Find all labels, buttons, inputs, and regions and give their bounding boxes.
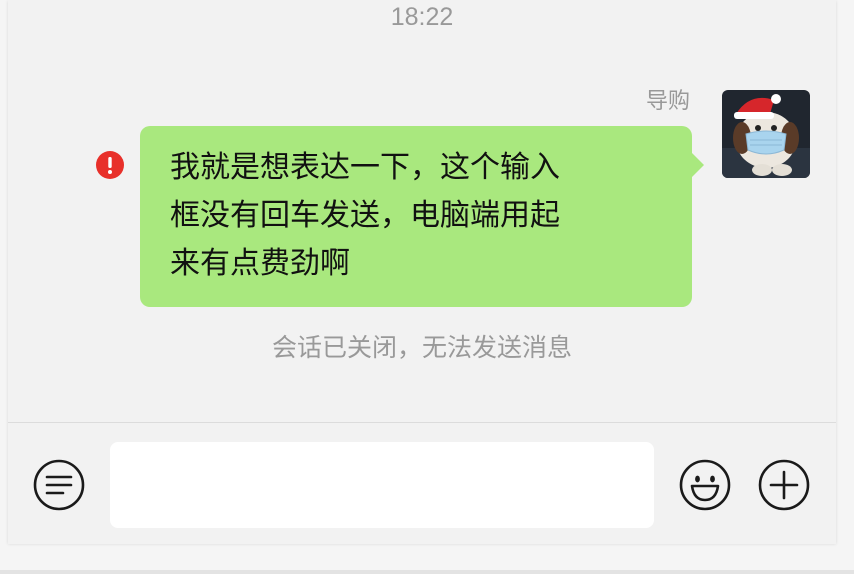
emoji-icon: [679, 459, 731, 511]
bottom-divider: [0, 570, 854, 574]
message-line: 来有点费劲啊: [170, 246, 350, 281]
emoji-button[interactable]: [678, 458, 732, 512]
message-input[interactable]: [110, 442, 654, 528]
menu-button[interactable]: [32, 458, 86, 512]
message-line: 我就是想表达一下，这个输入: [170, 150, 560, 185]
send-failed-icon[interactable]: [96, 151, 124, 179]
plus-icon: [758, 459, 810, 511]
plus-button[interactable]: [757, 458, 811, 512]
menu-icon: [33, 459, 85, 511]
input-bar: [8, 422, 836, 544]
message-bubble[interactable]: 我就是想表达一下，这个输入 框没有回车发送，电脑端用起 来有点费劲啊: [140, 126, 692, 307]
bubble-tail: [691, 152, 704, 178]
message-timestamp: 18:22: [390, 3, 454, 31]
chat-window: 18:22 导购 我就是想表达一下，这个输入 框没有回车发送，电脑端用起 来有点…: [8, 0, 836, 544]
sender-name: 导购: [645, 89, 690, 114]
system-notice: 会话已关闭，无法发送消息: [271, 333, 572, 362]
avatar[interactable]: [722, 90, 810, 178]
message-line: 框没有回车发送，电脑端用起: [170, 198, 560, 233]
avatar-image: [722, 90, 810, 178]
